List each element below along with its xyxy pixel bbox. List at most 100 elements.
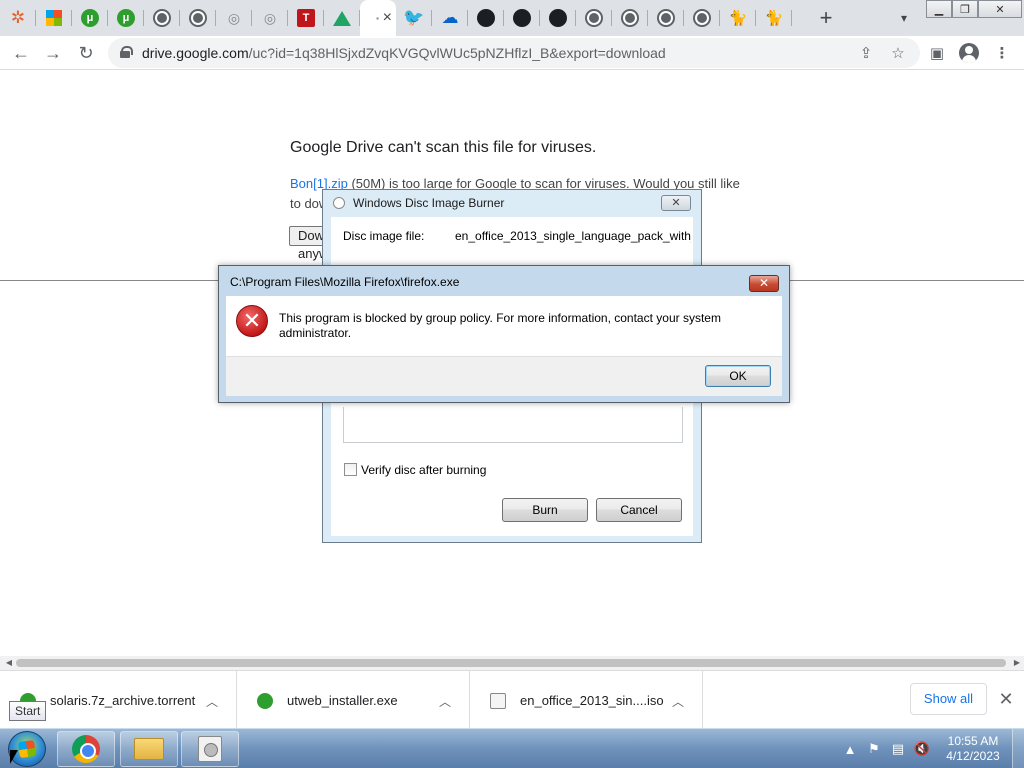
download-filename: utweb_installer.exe <box>287 693 398 708</box>
share-icon[interactable]: ⇪ <box>856 43 876 63</box>
chevron-up-icon[interactable]: ︿ <box>672 693 684 710</box>
network-icon[interactable]: ▤ <box>888 739 908 759</box>
browser-tab[interactable] <box>504 0 540 36</box>
verify-checkbox-label[interactable]: Verify disc after burning <box>361 463 486 477</box>
dialog-message: This program is blocked by group policy.… <box>279 311 721 340</box>
disc-file-icon <box>490 693 506 709</box>
browser-tab[interactable] <box>648 0 684 36</box>
dialog-footer: OK <box>226 356 782 396</box>
github-icon <box>513 9 531 27</box>
forward-arrow-icon[interactable]: → <box>40 40 66 66</box>
browser-tab[interactable]: ◎ <box>216 0 252 36</box>
utorrent-icon <box>257 693 273 709</box>
horizontal-scrollbar[interactable]: ◀ ▶ <box>0 656 1024 670</box>
show-hidden-icons-icon[interactable]: ▲ <box>840 739 860 759</box>
minimize-button[interactable]: ▁ <box>926 0 952 18</box>
onedrive-icon: ☁ <box>441 8 459 27</box>
burner-titlebar[interactable]: Windows Disc Image Burner ✕ <box>323 190 701 216</box>
utorrent-icon: μ <box>81 9 99 27</box>
dialog-close-button[interactable]: ✕ <box>749 275 779 292</box>
window-controls: ▁ ❐ ✕ <box>926 0 1022 18</box>
browser-tab[interactable]: 🐦 <box>396 0 432 36</box>
browser-tab[interactable]: ☁ <box>432 0 468 36</box>
windows-logo-icon <box>46 10 62 26</box>
download-filename: en_office_2013_sin....iso <box>520 693 664 708</box>
reload-icon[interactable]: ↻ <box>73 40 99 66</box>
browser-tab[interactable]: μ <box>72 0 108 36</box>
error-icon: ✕ <box>236 305 268 337</box>
disc-icon <box>333 197 345 209</box>
browser-tab[interactable] <box>36 0 72 36</box>
browser-tab[interactable] <box>612 0 648 36</box>
taskbar-explorer-button[interactable] <box>120 731 178 767</box>
tab-list: ✲ μ μ ◎ ◎ T · × 🐦 ☁ 🐈 🐈 <box>0 0 792 36</box>
taskbar-chrome-button[interactable] <box>57 731 115 767</box>
profile-button[interactable] <box>956 40 982 66</box>
taskbar-disc-burner-button[interactable] <box>181 731 239 767</box>
download-item[interactable]: utweb_installer.exe ︿ <box>237 671 470 729</box>
back-arrow-icon[interactable]: ← <box>8 40 34 66</box>
cancel-button[interactable]: Cancel <box>596 498 682 522</box>
browser-tab[interactable] <box>540 0 576 36</box>
globe-icon <box>189 9 207 27</box>
ok-button[interactable]: OK <box>705 365 771 387</box>
download-item[interactable]: en_office_2013_sin....iso ︿ <box>470 671 703 729</box>
avatar-icon <box>959 43 979 63</box>
chrome-icon <box>72 735 100 763</box>
browser-tab[interactable]: μ <box>108 0 144 36</box>
close-icon[interactable]: ✕ <box>996 687 1016 711</box>
globe-icon <box>657 9 675 27</box>
browser-tab[interactable]: ✲ <box>0 0 36 36</box>
github-icon <box>549 9 567 27</box>
menu-kebab-icon[interactable]: ⋮ <box>989 40 1015 66</box>
burn-button[interactable]: Burn <box>502 498 588 522</box>
browser-tab[interactable]: ◎ <box>252 0 288 36</box>
verify-checkbox[interactable] <box>344 463 357 476</box>
browser-tab[interactable]: T <box>288 0 324 36</box>
volume-muted-icon[interactable]: 🔇 <box>912 739 932 759</box>
globe-icon <box>153 9 171 27</box>
tab-close-icon[interactable]: × <box>383 9 392 27</box>
burner-close-button[interactable]: ✕ <box>661 195 691 211</box>
disc-image-file-label: Disc image file: <box>343 229 425 243</box>
firefox-icon: ◎ <box>263 9 277 26</box>
bookmark-star-icon[interactable]: ☆ <box>888 43 908 63</box>
cat-icon: 🐈 <box>728 10 748 27</box>
browser-tab[interactable] <box>684 0 720 36</box>
twitter-icon: 🐦 <box>403 8 425 27</box>
clock-date: 4/12/2023 <box>946 749 1000 763</box>
action-center-flag-icon[interactable]: ⚑ <box>864 739 884 759</box>
url-text[interactable]: drive.google.com/uc?id=1q38HlSjxdZvqKVGQ… <box>142 45 666 61</box>
show-all-button[interactable]: Show all <box>910 683 987 715</box>
github-icon <box>477 9 495 27</box>
new-tab-button[interactable]: + <box>808 0 844 36</box>
folder-icon <box>134 738 164 760</box>
browser-tab[interactable]: · × <box>360 0 396 36</box>
chevron-up-icon[interactable]: ︿ <box>206 693 218 710</box>
address-bar[interactable]: drive.google.com/uc?id=1q38HlSjxdZvqKVGQ… <box>108 38 920 68</box>
scroll-right-arrow-icon[interactable]: ▶ <box>1010 656 1024 670</box>
disc-file-icon <box>198 736 222 762</box>
chevron-up-icon[interactable]: ︿ <box>439 693 451 710</box>
burner-title: Windows Disc Image Burner <box>353 196 505 210</box>
browser-tab[interactable] <box>576 0 612 36</box>
browser-tab[interactable]: 🐈 <box>756 0 792 36</box>
google-drive-icon <box>333 10 351 26</box>
lock-icon[interactable] <box>120 46 133 58</box>
side-panel-icon[interactable]: ▣ <box>924 40 950 66</box>
browser-tab[interactable] <box>468 0 504 36</box>
show-desktop-button[interactable] <box>1012 729 1024 768</box>
browser-tab[interactable]: 🐈 <box>720 0 756 36</box>
scroll-left-arrow-icon[interactable]: ◀ <box>2 656 16 670</box>
browser-tab[interactable] <box>180 0 216 36</box>
dialog-body: ✕ This program is blocked by group polic… <box>226 296 782 356</box>
restore-button[interactable]: ❐ <box>952 0 978 18</box>
browser-tab[interactable] <box>324 0 360 36</box>
window-close-button[interactable]: ✕ <box>978 0 1022 18</box>
globe-icon <box>585 9 603 27</box>
browser-tab[interactable] <box>144 0 180 36</box>
download-filename: solaris.7z_archive.torrent <box>50 693 196 708</box>
tab-search-chevron-icon[interactable]: ▾ <box>890 6 918 30</box>
taskbar-clock[interactable]: 10:55 AM 4/12/2023 <box>938 734 1008 764</box>
scrollbar-thumb[interactable] <box>16 659 1006 667</box>
